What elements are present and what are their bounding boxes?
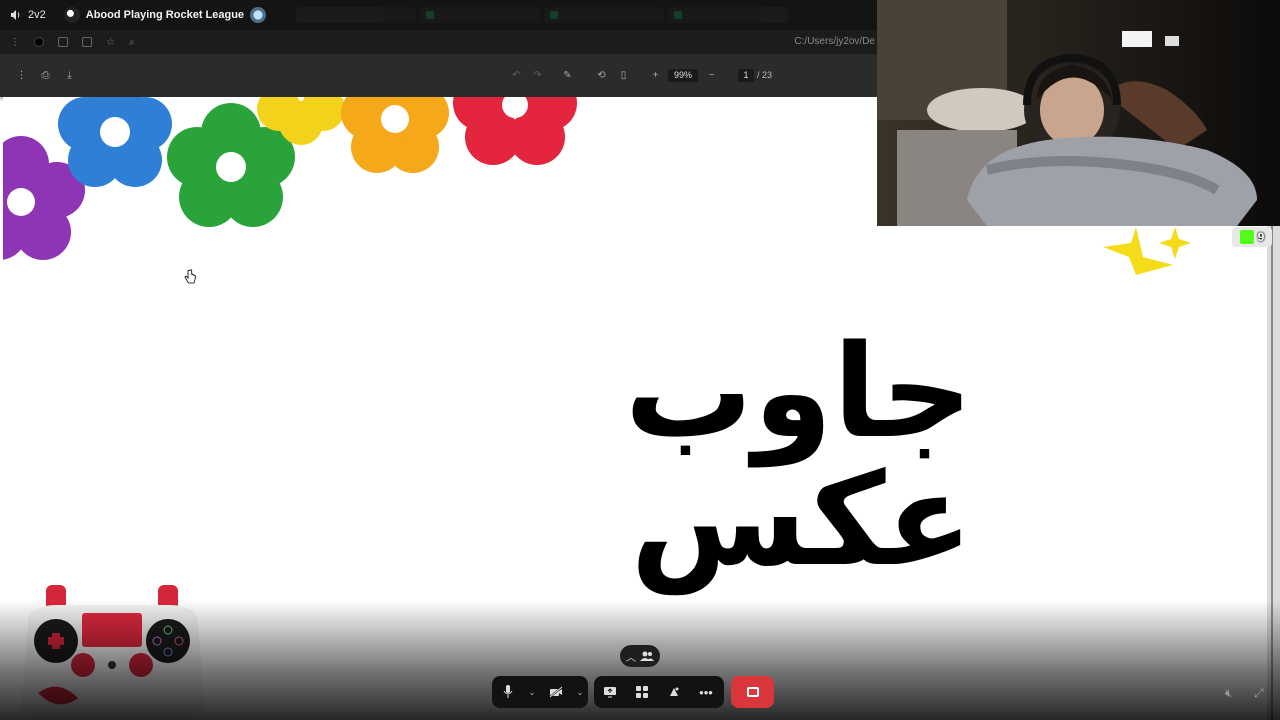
- background-tabs: [296, 7, 789, 23]
- viewer-count: 9: [1257, 230, 1265, 244]
- voice-channel-name: 2v2: [28, 9, 46, 21]
- more-icon: •••: [699, 684, 713, 700]
- rotate-icon[interactable]: ⟲: [596, 70, 607, 81]
- sidebar-icon[interactable]: [58, 37, 68, 47]
- show-participants-button[interactable]: ︿: [620, 645, 660, 667]
- chevron-down-icon: ⌄: [528, 686, 536, 697]
- speaker-icon: [11, 10, 20, 20]
- call-actions: •••: [594, 676, 724, 708]
- stream-title-area[interactable]: Abood Playing Rocket League: [63, 7, 267, 23]
- menu-icon[interactable]: ⋮: [10, 37, 20, 48]
- mic-button[interactable]: [492, 676, 524, 708]
- activities-icon: [636, 686, 648, 698]
- webcam-feed: [877, 0, 1280, 226]
- page-fit-icon[interactable]: ▯: [618, 70, 629, 81]
- microphone-icon: [503, 685, 513, 698]
- address-bar: ⋮ ☆ ⌕ C:/Users/jy2ov/De: [0, 30, 877, 54]
- page-total: / 23: [757, 70, 773, 80]
- collections-icon[interactable]: [82, 37, 92, 47]
- download-icon[interactable]: ⤓: [64, 70, 75, 81]
- slide-headline: جاوب عكس: [624, 318, 974, 595]
- draw-icon[interactable]: ✎: [562, 70, 573, 81]
- activity-badge-icon: [250, 7, 267, 23]
- pdf-menu-icon[interactable]: ⋮: [16, 70, 27, 81]
- tab-strip: 2v2 Abood Playing Rocket League: [0, 0, 877, 30]
- voice-channel[interactable]: 2v2: [0, 9, 46, 21]
- profile-icon[interactable]: [34, 37, 44, 47]
- chevron-down-icon: ⌄: [576, 686, 584, 697]
- pdf-toolbar: ⋮ ⎙ ⤓ ↶ ↷ ✎ ⟲ ▯ + 99% − 1 / 23: [0, 54, 877, 97]
- redo-icon[interactable]: ↷: [532, 70, 543, 81]
- browser-tab[interactable]: [544, 7, 665, 23]
- people-icon: [640, 651, 654, 661]
- zoom-level[interactable]: 99%: [668, 69, 698, 82]
- browser-tab[interactable]: [668, 7, 789, 23]
- browser-tab[interactable]: [420, 7, 541, 23]
- zoom-in-icon[interactable]: +: [650, 70, 661, 81]
- leave-call-icon: [746, 687, 759, 697]
- sparkle-decoration: [1103, 227, 1191, 275]
- camera-off-icon: [549, 686, 563, 698]
- leave-call-button[interactable]: [731, 676, 774, 708]
- kick-icon: [1239, 230, 1254, 244]
- chevron-up-icon: ︿: [626, 652, 636, 664]
- soundboard-icon: [670, 687, 679, 696]
- fullscreen-icon[interactable]: ⤢: [1254, 686, 1264, 701]
- undo-icon[interactable]: ↶: [511, 70, 522, 81]
- search-icon[interactable]: ⌕: [129, 37, 135, 48]
- hand-cursor-icon: [184, 269, 196, 284]
- media-controls: ⌄ ⌄: [492, 676, 588, 708]
- share-screen-button[interactable]: [594, 676, 626, 708]
- camera-button[interactable]: [540, 676, 572, 708]
- more-button[interactable]: •••: [690, 676, 722, 708]
- activities-button[interactable]: [626, 676, 658, 708]
- screen-share-icon: [604, 687, 616, 698]
- browser-tab[interactable]: [296, 7, 417, 23]
- stream-volume-muted-icon[interactable]: 🔇︎: [1225, 686, 1233, 701]
- page-input[interactable]: 1: [738, 69, 754, 82]
- stream-title: Abood Playing Rocket League: [85, 9, 245, 21]
- soundboard-button[interactable]: [658, 676, 690, 708]
- star-icon[interactable]: ☆: [106, 37, 115, 48]
- file-path[interactable]: C:/Users/jy2ov/De: [794, 36, 875, 47]
- zoom-out-icon[interactable]: −: [706, 70, 717, 81]
- streamer-avatar: [63, 7, 80, 23]
- camera-options-button[interactable]: ⌄: [572, 676, 588, 708]
- print-icon[interactable]: ⎙: [40, 70, 51, 81]
- stream-viewer: 2v2 Abood Playing Rocket League ⋮ ☆ ⌕ C:…: [0, 0, 1280, 720]
- mic-options-button[interactable]: ⌄: [524, 676, 540, 708]
- viewer-count-badge: 9: [1232, 227, 1272, 247]
